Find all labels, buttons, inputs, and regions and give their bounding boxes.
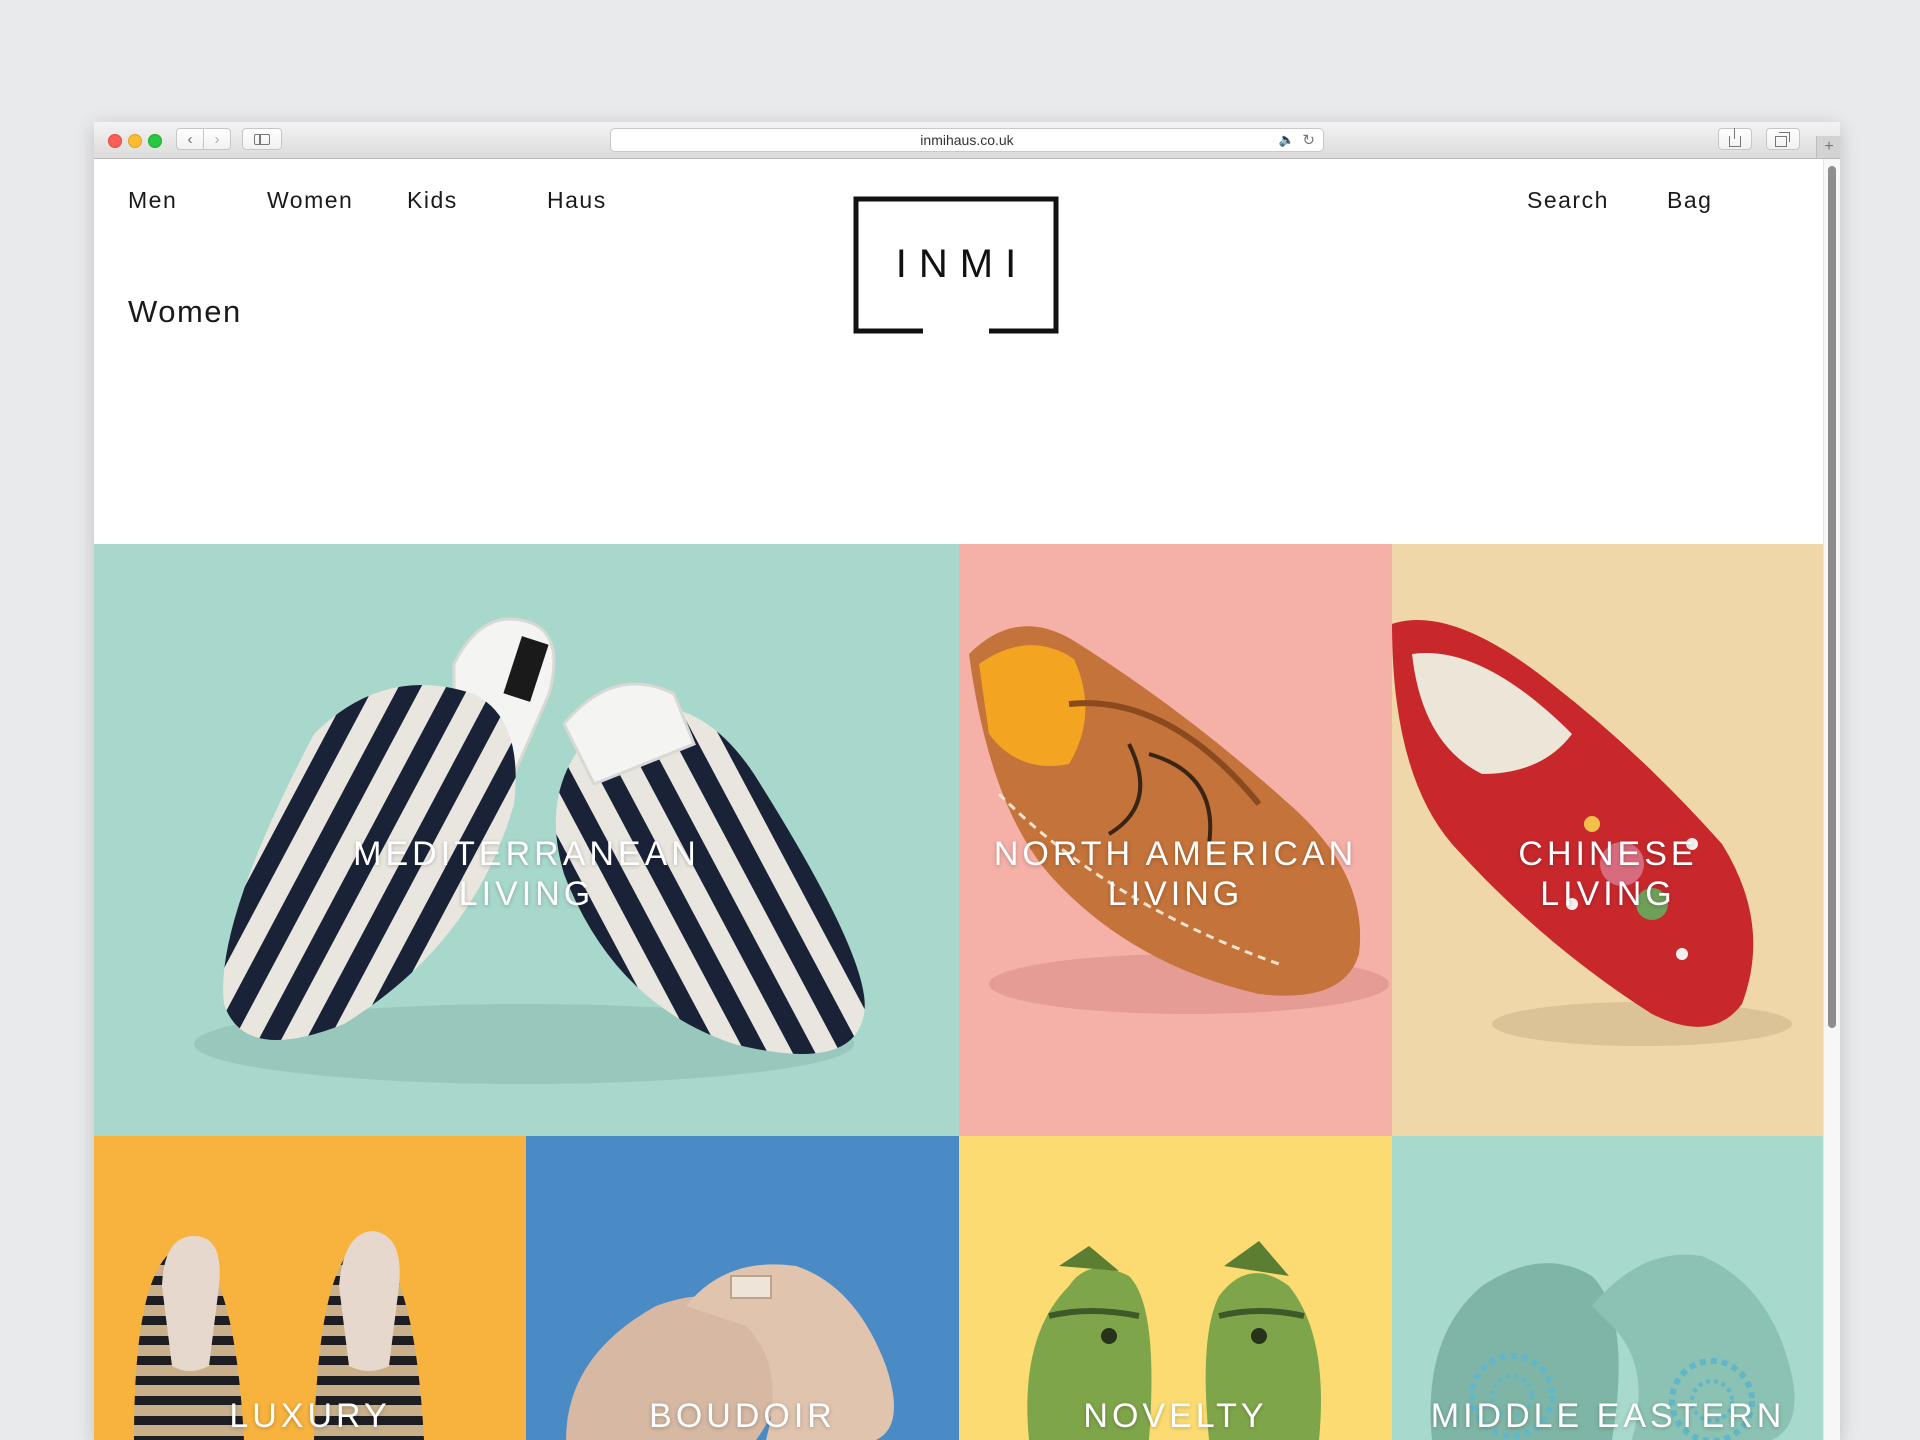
browser-window: ‹ › inmihaus.co.uk 🔈 ↻ + Men Women Kids … xyxy=(94,122,1840,1440)
category-tile-north-american[interactable]: NORTH AMERICAN LIVING xyxy=(959,544,1392,1136)
beaded-babouche-image xyxy=(1430,1254,1795,1440)
category-tile-boudoir[interactable]: BOUDOIR xyxy=(526,1136,959,1440)
category-tile-luxury[interactable]: LUXURY xyxy=(94,1136,526,1440)
woven-slipper-image xyxy=(134,1231,424,1440)
minimize-window-button[interactable] xyxy=(128,134,142,148)
category-tile-mediterranean[interactable]: MEDITERRANEAN LIVING xyxy=(94,544,959,1136)
sidebar-icon xyxy=(254,133,270,145)
logo-text: INMI xyxy=(895,242,1029,286)
category-label-line1: MEDITERRANEAN xyxy=(353,835,700,873)
share-icon xyxy=(1729,127,1741,147)
speaker-icon[interactable]: 🔈 xyxy=(1279,132,1295,148)
category-tile-novelty[interactable]: NOVELTY xyxy=(959,1136,1392,1440)
forward-button[interactable]: › xyxy=(203,128,231,150)
category-tile-chinese[interactable]: CHINESE LIVING xyxy=(1392,544,1824,1136)
tab-overview-button[interactable] xyxy=(1766,128,1800,150)
page-title: Women xyxy=(128,294,242,329)
leather-slipper-image xyxy=(566,1264,894,1440)
nav-search[interactable]: Search xyxy=(1527,187,1609,214)
url-text: inmihaus.co.uk xyxy=(920,132,1014,148)
sidebar-toggle-button[interactable] xyxy=(242,128,282,150)
tabs-icon xyxy=(1775,131,1790,147)
address-bar[interactable]: inmihaus.co.uk 🔈 ↻ xyxy=(610,128,1324,152)
new-tab-button[interactable]: + xyxy=(1816,136,1840,158)
nav-kids[interactable]: Kids xyxy=(407,187,458,214)
fish-slipper-image xyxy=(1027,1241,1321,1440)
category-label-line2: LIVING xyxy=(458,875,595,913)
scrollbar-thumb[interactable] xyxy=(1828,166,1836,1028)
reload-icon[interactable]: ↻ xyxy=(1302,131,1315,149)
inmi-logo[interactable]: INMI xyxy=(853,196,1059,334)
browser-toolbar: ‹ › inmihaus.co.uk 🔈 ↻ + xyxy=(94,122,1840,159)
chevron-left-icon: ‹ xyxy=(187,130,193,148)
category-label-line1: LUXURY xyxy=(229,1397,391,1435)
close-window-button[interactable] xyxy=(108,134,122,148)
category-label-line1: MIDDLE EASTERN xyxy=(1430,1397,1786,1435)
category-label-line1: NOVELTY xyxy=(1083,1397,1268,1435)
chevron-right-icon: › xyxy=(214,130,220,148)
nav-bag[interactable]: Bag xyxy=(1667,187,1712,214)
category-label-line1: CHINESE xyxy=(1518,835,1698,873)
nav-women[interactable]: Women xyxy=(267,187,353,214)
share-button[interactable] xyxy=(1718,127,1752,150)
nav-men[interactable]: Men xyxy=(128,187,177,214)
category-label-line1: NORTH AMERICAN xyxy=(993,835,1358,873)
category-tile-middle-eastern[interactable]: MIDDLE EASTERN xyxy=(1392,1136,1824,1440)
back-button[interactable]: ‹ xyxy=(176,128,204,150)
web-page: Men Women Kids Haus Search Bag INMI Wome… xyxy=(94,159,1824,1440)
category-label-line2: LIVING xyxy=(1540,875,1676,913)
category-label-line2: LIVING xyxy=(1107,875,1244,913)
zoom-window-button[interactable] xyxy=(148,134,162,148)
nav-haus[interactable]: Haus xyxy=(547,187,607,214)
category-label-line1: BOUDOIR xyxy=(649,1397,836,1435)
plus-icon: + xyxy=(1824,138,1834,155)
